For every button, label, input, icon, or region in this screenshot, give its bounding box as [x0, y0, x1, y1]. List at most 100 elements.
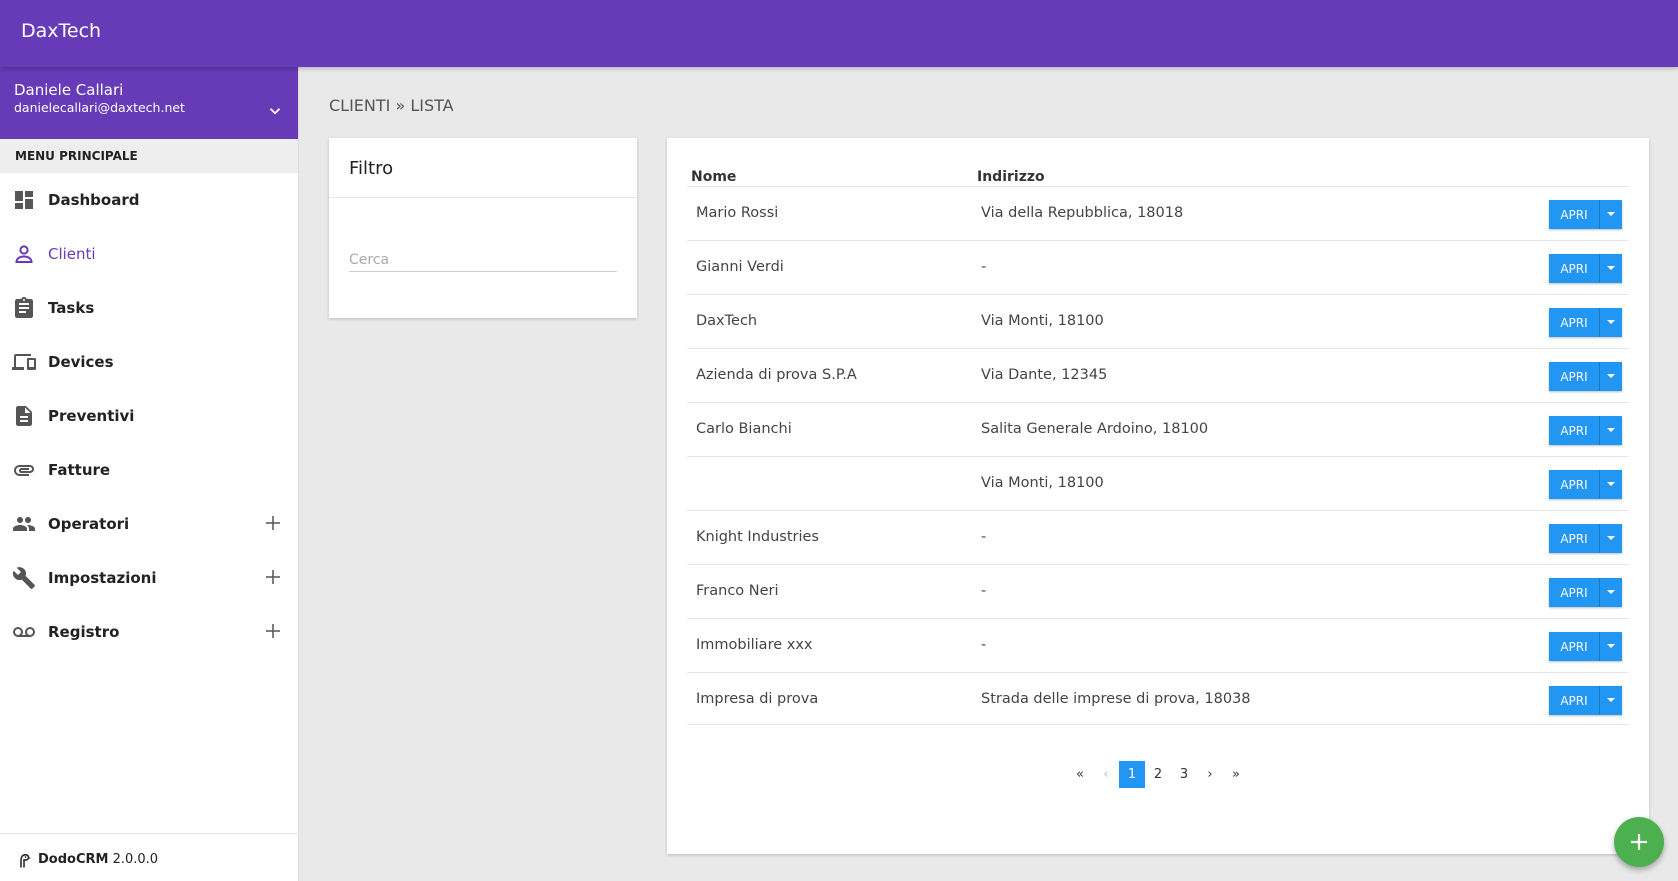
filter-title: Filtro — [349, 158, 394, 179]
caret-down-icon — [1607, 482, 1615, 486]
sidebar-item-label: Operatori — [48, 515, 130, 533]
sidebar-item-preventivi[interactable]: Preventivi — [0, 389, 298, 443]
cell-address: Via Monti, 18100 — [981, 475, 1104, 491]
open-button[interactable]: APRI — [1549, 578, 1599, 607]
open-button[interactable]: APRI — [1549, 200, 1599, 229]
sidebar-item-tasks[interactable]: Tasks — [0, 281, 298, 335]
app-title[interactable]: DaxTech — [21, 20, 101, 42]
table-row: Gianni Verdi - APRI — [687, 240, 1629, 293]
open-dropdown-toggle[interactable] — [1599, 200, 1622, 229]
user-email: danielecallari@daxtech.net — [14, 100, 185, 115]
people-icon — [13, 517, 35, 531]
sidebar-item-fatture[interactable]: Fatture — [0, 443, 298, 497]
open-button-group: APRI — [1549, 200, 1622, 229]
sidebar-item-label: Tasks — [48, 299, 95, 317]
open-dropdown-toggle[interactable] — [1599, 416, 1622, 445]
page-prev-button[interactable]: ‹ — [1093, 761, 1119, 788]
open-button[interactable]: APRI — [1549, 416, 1599, 445]
open-dropdown-toggle[interactable] — [1599, 308, 1622, 337]
open-dropdown-toggle[interactable] — [1599, 686, 1622, 715]
cell-address: Via della Repubblica, 18018 — [981, 205, 1184, 221]
expand-plus-icon[interactable] — [265, 515, 281, 531]
cell-name: Azienda di prova S.P.A — [696, 367, 857, 383]
user-panel[interactable]: Daniele Callari danielecallari@daxtech.n… — [0, 67, 298, 139]
caret-down-icon — [1607, 374, 1615, 378]
cell-address: Via Dante, 12345 — [981, 367, 1108, 383]
open-button[interactable]: APRI — [1549, 686, 1599, 715]
sidebar-item-label: Fatture — [48, 461, 111, 479]
breadcrumb-section[interactable]: CLIENTI — [329, 96, 390, 115]
open-dropdown-toggle[interactable] — [1599, 362, 1622, 391]
open-dropdown-toggle[interactable] — [1599, 578, 1622, 607]
expand-plus-icon[interactable] — [265, 623, 281, 639]
table-row: Impresa di prova Strada delle imprese di … — [687, 672, 1629, 725]
cell-address: Salita Generale Ardoino, 18100 — [981, 421, 1209, 437]
footer-version: 2.0.0.0 — [112, 852, 159, 867]
column-header-address[interactable]: Indirizzo — [977, 169, 1045, 185]
person-icon — [15, 245, 33, 263]
sidebar-footer: DodoCRM 2.0.0.0 — [0, 833, 299, 881]
open-button[interactable]: APRI — [1549, 470, 1599, 499]
sidebar-item-label: Preventivi — [48, 407, 135, 425]
cell-address: - — [981, 529, 987, 545]
devices-icon — [12, 354, 36, 370]
caret-down-icon — [1607, 644, 1615, 648]
attachment-icon — [14, 465, 34, 476]
sidebar: Daniele Callari danielecallari@daxtech.n… — [0, 67, 299, 881]
chevron-down-icon[interactable] — [266, 102, 284, 120]
sidebar-item-impostazioni[interactable]: Impostazioni — [0, 551, 298, 605]
client-list-card: Nome Indirizzo Mario Rossi Via della Repu… — [667, 138, 1649, 854]
sidebar-item-label: Devices — [48, 353, 114, 371]
sidebar-item-label: Dashboard — [48, 191, 140, 209]
add-client-button[interactable] — [1614, 817, 1664, 867]
sidebar-item-label: Registro — [48, 623, 120, 641]
page-last-button[interactable]: » — [1223, 761, 1249, 788]
open-button[interactable]: APRI — [1549, 524, 1599, 553]
open-dropdown-toggle[interactable] — [1599, 632, 1622, 661]
cell-name: Mario Rossi — [696, 205, 779, 221]
cell-address: - — [981, 637, 987, 653]
open-button[interactable]: APRI — [1549, 254, 1599, 283]
cell-name: Franco Neri — [696, 583, 779, 599]
cell-address: Via Monti, 18100 — [981, 313, 1104, 329]
footer-app-name: DodoCRM — [38, 852, 109, 867]
cell-name: Impresa di prova — [696, 691, 819, 707]
sidebar-item-operatori[interactable]: Operatori — [0, 497, 298, 551]
page-first-button[interactable]: « — [1067, 761, 1093, 788]
table-row: Mario Rossi Via della Repubblica, 18018 AP… — [687, 186, 1629, 239]
caret-down-icon — [1607, 212, 1615, 216]
page-button-1[interactable]: 1 — [1119, 761, 1145, 788]
table-row: Knight Industries - APRI — [687, 510, 1629, 563]
caret-down-icon — [1607, 320, 1615, 324]
table-row: Immobiliare xxx - APRI — [687, 618, 1629, 671]
expand-plus-icon[interactable] — [265, 569, 281, 585]
open-dropdown-toggle[interactable] — [1599, 524, 1622, 553]
sidebar-item-devices[interactable]: Devices — [0, 335, 298, 389]
open-dropdown-toggle[interactable] — [1599, 254, 1622, 283]
document-icon — [16, 406, 32, 426]
open-button-group: APRI — [1549, 632, 1622, 661]
cell-name: Gianni Verdi — [696, 259, 784, 275]
dashboard-icon — [15, 191, 33, 209]
open-button[interactable]: APRI — [1549, 632, 1599, 661]
open-button[interactable]: APRI — [1549, 308, 1599, 337]
table-row: Carlo Bianchi Salita Generale Ardoino, 18… — [687, 402, 1629, 455]
sidebar-item-registro[interactable]: Registro — [0, 605, 298, 659]
cell-name: Knight Industries — [696, 529, 819, 545]
open-button-group: APRI — [1549, 524, 1622, 553]
sidebar-item-dashboard[interactable]: Dashboard — [0, 173, 298, 227]
sidebar-item-clienti[interactable]: Clienti — [0, 227, 298, 281]
divider — [329, 197, 637, 198]
open-dropdown-toggle[interactable] — [1599, 470, 1622, 499]
breadcrumb-separator: » — [395, 96, 406, 115]
search-input[interactable] — [349, 248, 617, 272]
column-header-name[interactable]: Nome — [691, 169, 736, 185]
sidebar-item-label: Impostazioni — [48, 569, 157, 587]
wrench-icon — [12, 567, 35, 589]
open-button[interactable]: APRI — [1549, 362, 1599, 391]
cell-name: Immobiliare xxx — [696, 637, 813, 653]
page-next-button[interactable]: › — [1197, 761, 1223, 788]
open-button-group: APRI — [1549, 686, 1622, 715]
page-button-2[interactable]: 2 — [1145, 761, 1171, 788]
page-button-3[interactable]: 3 — [1171, 761, 1197, 788]
